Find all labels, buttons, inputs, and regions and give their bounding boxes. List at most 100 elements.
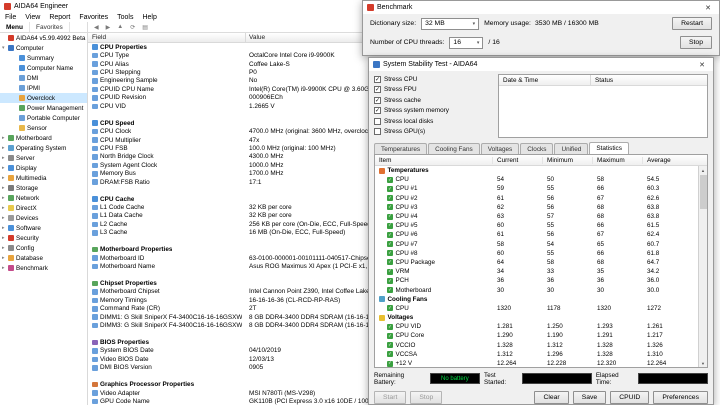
tree-item[interactable]: Computer Name bbox=[0, 63, 87, 73]
toolbar-icon[interactable]: ◀ bbox=[94, 24, 99, 31]
stat-row[interactable]: CPU #8 60 55 66 61.8 bbox=[375, 249, 707, 258]
stat-row[interactable]: CPU #7 58 54 65 60.7 bbox=[375, 240, 707, 249]
tree-item[interactable]: Storage bbox=[0, 183, 87, 193]
stability-tab[interactable]: Cooling Fans bbox=[428, 143, 480, 154]
tree-item[interactable]: Power Management bbox=[0, 103, 87, 113]
tree-item[interactable]: Security bbox=[0, 233, 87, 243]
menu-item[interactable]: Help bbox=[142, 14, 156, 21]
stat-row[interactable]: CPU Core 1.290 1.190 1.291 1.217 bbox=[375, 331, 707, 340]
tree-item[interactable]: Operating System bbox=[0, 143, 87, 153]
stat-row[interactable]: CPU Package 64 58 68 64.7 bbox=[375, 258, 707, 267]
stat-col-maximum[interactable]: Maximum bbox=[593, 156, 643, 164]
stress-option[interactable]: Stress local disks bbox=[374, 116, 492, 127]
toolbar-icon[interactable]: ▶ bbox=[106, 24, 111, 31]
stability-tab[interactable]: Voltages bbox=[480, 143, 520, 154]
checkbox[interactable] bbox=[374, 96, 381, 104]
tree-item[interactable]: Multimedia bbox=[0, 173, 87, 183]
menu-item[interactable]: File bbox=[5, 14, 16, 21]
stat-row[interactable]: VCCIO 1.328 1.312 1.328 1.326 bbox=[375, 341, 707, 350]
tree-item[interactable]: Benchmark bbox=[0, 263, 87, 273]
test-log-list[interactable]: Date & Time Status bbox=[498, 74, 708, 138]
benchmark-titlebar[interactable]: Benchmark bbox=[363, 1, 719, 14]
table-scrollbar[interactable]: ▲ ▼ bbox=[698, 166, 707, 367]
action-button[interactable]: Clear bbox=[534, 391, 569, 404]
stability-tab[interactable]: Temperatures bbox=[374, 143, 428, 154]
tree-item[interactable]: Config bbox=[0, 243, 87, 253]
scroll-down-icon[interactable]: ▼ bbox=[701, 359, 705, 367]
cpu-threads-select[interactable]: 16 bbox=[449, 36, 484, 49]
scroll-up-icon[interactable]: ▲ bbox=[701, 166, 705, 174]
stat-row[interactable]: Temperatures bbox=[375, 166, 707, 175]
toolbar-icon[interactable]: ⟳ bbox=[130, 24, 135, 31]
action-button[interactable]: Start bbox=[374, 391, 407, 404]
menu-item[interactable]: Tools bbox=[117, 14, 133, 21]
tree-item[interactable]: DMI bbox=[0, 73, 87, 83]
log-column-datetime[interactable]: Date & Time bbox=[499, 75, 591, 85]
action-button[interactable]: Preferences bbox=[653, 391, 708, 404]
checkbox[interactable] bbox=[374, 86, 381, 94]
menu-item[interactable]: Favorites bbox=[79, 14, 108, 21]
dictionary-size-select[interactable]: 32 MB bbox=[421, 17, 480, 30]
action-button[interactable]: Save bbox=[572, 391, 607, 404]
log-column-status[interactable]: Status bbox=[591, 77, 613, 84]
stop-button[interactable]: Stop bbox=[680, 36, 712, 49]
field-column-header[interactable]: Field bbox=[88, 33, 246, 42]
tree-item[interactable]: Display bbox=[0, 163, 87, 173]
action-button[interactable]: Stop bbox=[410, 391, 443, 404]
stress-option[interactable]: Stress FPU bbox=[374, 85, 492, 96]
stat-row[interactable]: CPU #6 61 56 67 62.4 bbox=[375, 230, 707, 239]
scrollbar-thumb[interactable] bbox=[699, 175, 707, 209]
menu-item[interactable]: View bbox=[25, 14, 40, 21]
tree-item[interactable]: Server bbox=[0, 153, 87, 163]
tree-item[interactable]: Database bbox=[0, 253, 87, 263]
action-button[interactable]: CPUID bbox=[610, 391, 650, 404]
tree-item[interactable]: Computer bbox=[0, 43, 87, 53]
sidebar-tab[interactable]: Menu bbox=[0, 22, 30, 32]
stat-row[interactable]: CPU #2 61 56 67 62.6 bbox=[375, 194, 707, 203]
tree-item[interactable]: Summary bbox=[0, 53, 87, 63]
tree-item[interactable]: IPMI bbox=[0, 83, 87, 93]
restart-button[interactable]: Restart bbox=[672, 17, 712, 30]
stat-row[interactable]: CPU #5 60 55 66 61.5 bbox=[375, 221, 707, 230]
stat-row[interactable]: VCCSA 1.312 1.296 1.328 1.310 bbox=[375, 350, 707, 359]
stat-col-item[interactable]: Item bbox=[375, 156, 493, 164]
value-column-header[interactable]: Value bbox=[246, 34, 265, 41]
stability-tab[interactable]: Statistics bbox=[589, 142, 629, 154]
stress-option[interactable]: Stress cache bbox=[374, 95, 492, 106]
close-icon[interactable] bbox=[695, 59, 709, 70]
stat-row[interactable]: PCH 36 36 36 36.0 bbox=[375, 276, 707, 285]
stat-row[interactable]: CPU VID 1.281 1.250 1.293 1.261 bbox=[375, 322, 707, 331]
close-icon[interactable] bbox=[701, 2, 715, 13]
stat-row[interactable]: Cooling Fans bbox=[375, 295, 707, 304]
checkbox[interactable] bbox=[374, 107, 381, 115]
toolbar-icon[interactable]: ▤ bbox=[142, 24, 148, 31]
checkbox[interactable] bbox=[374, 117, 381, 125]
stat-row[interactable]: CPU #1 59 55 66 60.3 bbox=[375, 184, 707, 193]
tree-item[interactable]: Motherboard bbox=[0, 133, 87, 143]
stat-row[interactable]: CPU 1320 1178 1320 1272 bbox=[375, 304, 707, 313]
stat-row[interactable]: VRM 34 33 35 34.2 bbox=[375, 267, 707, 276]
tree-item[interactable]: AIDA64 v5.99.4992 Beta bbox=[0, 33, 87, 43]
tree-item[interactable]: Devices bbox=[0, 213, 87, 223]
stat-row[interactable]: CPU #3 62 56 68 63.8 bbox=[375, 203, 707, 212]
stat-row[interactable]: Motherboard 30 30 30 30.0 bbox=[375, 285, 707, 294]
stat-row[interactable]: CPU 54 50 58 54.5 bbox=[375, 175, 707, 184]
stat-row[interactable]: Voltages bbox=[375, 313, 707, 322]
tree-item[interactable]: DirectX bbox=[0, 203, 87, 213]
toolbar-icon[interactable]: ▲ bbox=[117, 24, 123, 30]
stability-tab[interactable]: Unified bbox=[554, 143, 589, 154]
checkbox[interactable] bbox=[374, 128, 381, 136]
stress-option[interactable]: Stress GPU(s) bbox=[374, 127, 492, 138]
tree-item[interactable]: Portable Computer bbox=[0, 113, 87, 123]
tree-item[interactable]: Software bbox=[0, 223, 87, 233]
stat-col-average[interactable]: Average bbox=[643, 157, 693, 164]
stat-row[interactable]: CPU #4 63 57 68 63.8 bbox=[375, 212, 707, 221]
stat-row[interactable]: +12 V 12.264 12.228 12.320 12.264 bbox=[375, 359, 707, 367]
stability-titlebar[interactable]: System Stability Test - AIDA64 bbox=[369, 58, 713, 71]
tree-item[interactable]: Overclock bbox=[0, 93, 87, 103]
sidebar-tab[interactable]: Favorites bbox=[30, 22, 70, 32]
tree-item[interactable]: Sensor bbox=[0, 123, 87, 133]
tree-item[interactable]: Network bbox=[0, 193, 87, 203]
menu-item[interactable]: Report bbox=[49, 14, 70, 21]
stability-tab[interactable]: Clocks bbox=[520, 143, 554, 154]
